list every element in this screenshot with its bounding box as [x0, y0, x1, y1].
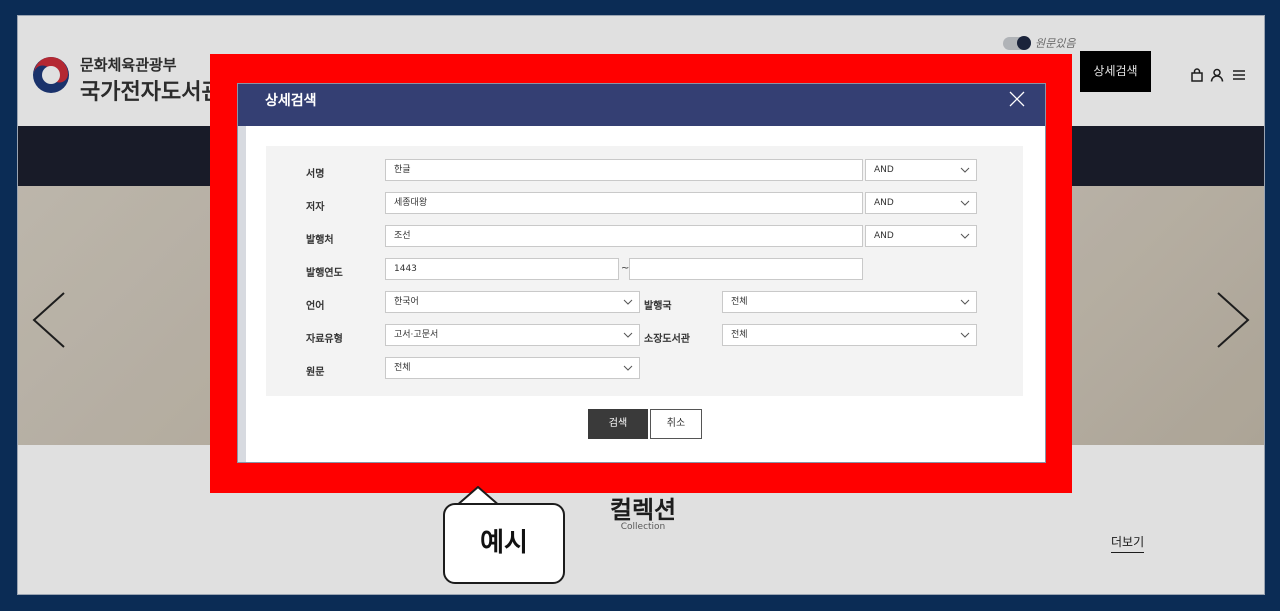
type-value: 고서·고문서 [394, 330, 439, 340]
year-to-input[interactable] [629, 258, 863, 280]
author-input[interactable]: 세종대왕 [385, 192, 863, 214]
publisher-label: 발행처 [306, 235, 334, 246]
search-form: 서명 한글 AND 저자 세종대왕 AND 발행처 조선 AND 발행연도 14… [266, 146, 1023, 396]
chevron-down-icon [623, 365, 633, 371]
advanced-search-modal: 상세검색 서명 한글 AND 저자 세종대왕 AND 발행처 조선 AND 발행… [237, 83, 1046, 463]
holding-library-label: 소장도서관 [644, 334, 690, 345]
holding-library-select[interactable]: 전체 [722, 324, 977, 346]
chevron-down-icon [623, 299, 633, 305]
language-select[interactable]: 한국어 [385, 291, 640, 313]
cancel-button[interactable]: 취소 [650, 409, 702, 439]
country-value: 전체 [731, 297, 748, 307]
modal-edge [238, 84, 246, 462]
country-label: 발행국 [644, 301, 672, 312]
year-label: 발행연도 [306, 268, 343, 279]
modal-header: 상세검색 [238, 84, 1045, 126]
title-label: 서명 [306, 169, 325, 180]
year-from-input[interactable]: 1443 [385, 258, 619, 280]
title-operator-value: AND [874, 165, 894, 175]
chevron-down-icon [960, 200, 970, 206]
publisher-input[interactable]: 조선 [385, 225, 863, 247]
search-button[interactable]: 검색 [588, 409, 648, 439]
chevron-down-icon [960, 299, 970, 305]
author-operator-select[interactable]: AND [865, 192, 977, 214]
chevron-down-icon [960, 233, 970, 239]
chevron-down-icon [960, 332, 970, 338]
title-operator-select[interactable]: AND [865, 159, 977, 181]
chevron-down-icon [960, 167, 970, 173]
original-select[interactable]: 전체 [385, 357, 640, 379]
example-callout: 예시 [443, 503, 565, 584]
publisher-operator-select[interactable]: AND [865, 225, 977, 247]
original-label: 원문 [306, 367, 325, 378]
country-select[interactable]: 전체 [722, 291, 977, 313]
author-label: 저자 [306, 202, 325, 213]
publisher-operator-value: AND [874, 231, 894, 241]
modal-title: 상세검색 [265, 93, 317, 109]
type-select[interactable]: 고서·고문서 [385, 324, 640, 346]
chevron-down-icon [623, 332, 633, 338]
language-label: 언어 [306, 301, 325, 312]
holding-library-value: 전체 [731, 330, 748, 340]
title-input[interactable]: 한글 [385, 159, 863, 181]
close-icon[interactable] [1008, 90, 1026, 108]
language-value: 한국어 [394, 297, 419, 307]
type-label: 자료유형 [306, 334, 343, 345]
original-value: 전체 [394, 363, 411, 373]
author-operator-value: AND [874, 198, 894, 208]
